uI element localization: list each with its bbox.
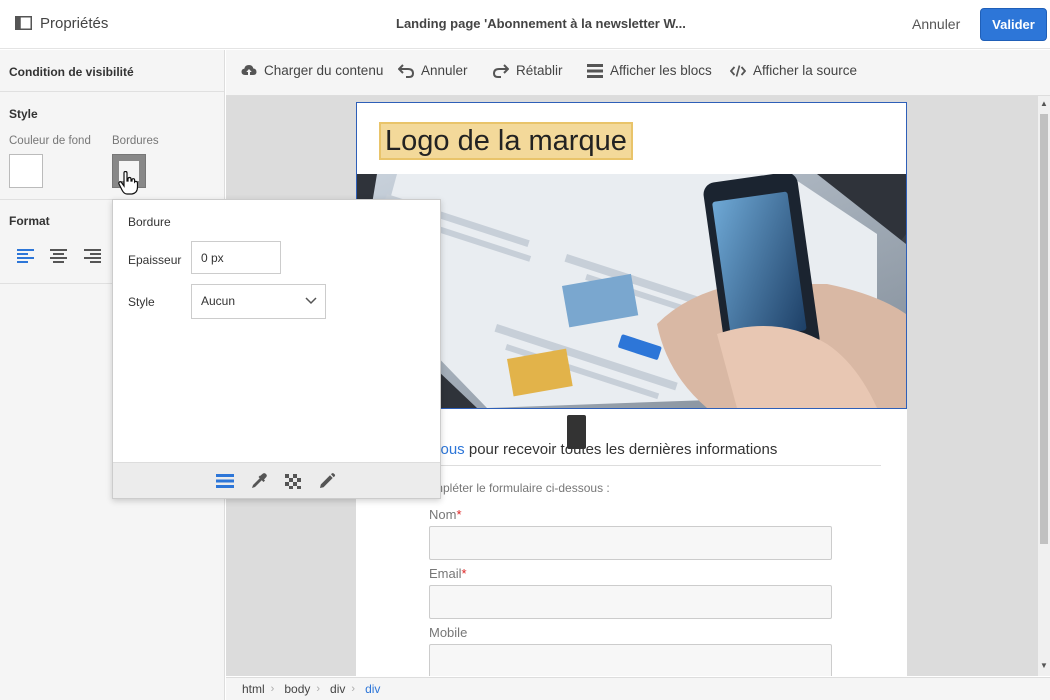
name-input[interactable] — [429, 526, 832, 560]
breadcrumb-div[interactable]: div — [330, 682, 345, 696]
panel-title: Propriétés — [40, 15, 109, 32]
brand-logo-text[interactable]: Logo de la marque — [379, 122, 633, 160]
checker-pattern-icon[interactable] — [284, 473, 302, 489]
name-label-text: Nom — [429, 507, 457, 522]
format-section-title: Format — [9, 214, 50, 228]
mobile-input[interactable] — [429, 644, 832, 676]
show-source-button[interactable]: Afficher la source — [730, 63, 857, 78]
blocks-icon — [587, 63, 603, 78]
page-title: Landing page 'Abonnement à la newsletter… — [396, 16, 686, 31]
headline: vous pour recevoir toutes les dernières … — [433, 441, 777, 458]
pencil-icon[interactable] — [318, 473, 336, 489]
chevron-down-icon — [305, 297, 317, 305]
border-popover-title: Bordure — [128, 215, 171, 229]
redo-icon — [493, 63, 509, 78]
bg-color-swatch[interactable] — [9, 154, 43, 188]
divider — [433, 465, 881, 466]
hand-cursor-icon — [118, 171, 138, 195]
align-center-icon[interactable] — [50, 248, 68, 264]
cloud-upload-icon — [241, 64, 257, 76]
email-input[interactable] — [429, 585, 832, 619]
border-popover: Bordure Epaisseur Style Aucun — [112, 199, 441, 499]
code-icon — [730, 64, 746, 77]
load-content-button[interactable]: Charger du contenu — [241, 63, 383, 78]
bg-color-label: Couleur de fond — [9, 135, 91, 147]
cancel-button[interactable]: Annuler — [902, 8, 970, 40]
border-popover-footer — [113, 462, 440, 498]
chevron-right-icon: › — [270, 683, 275, 695]
mobile-label-text: Mobile — [429, 625, 468, 640]
eyedropper-icon[interactable] — [250, 473, 268, 489]
border-lines-icon[interactable] — [216, 473, 234, 489]
name-field-label: Nom* — [429, 507, 462, 522]
form-instructions: mpléter le formulaire ci-dessous : — [433, 481, 610, 495]
top-bar: Propriétés Landing page 'Abonnement à la… — [0, 0, 1050, 49]
load-content-label: Charger du contenu — [264, 63, 384, 78]
show-blocks-label: Afficher les blocs — [610, 63, 712, 78]
align-right-icon[interactable] — [84, 248, 102, 264]
editor-toolbar: Charger du contenu Annuler Rétablir Affi… — [226, 50, 1050, 96]
scroll-down-icon[interactable]: ▼ — [1040, 662, 1048, 670]
chevron-right-icon: › — [316, 683, 321, 695]
style-section-title: Style — [9, 107, 38, 121]
email-field-label: Email* — [429, 566, 467, 581]
undo-button[interactable]: Annuler — [398, 63, 468, 78]
thickness-input[interactable] — [191, 241, 281, 274]
validate-button[interactable]: Valider — [980, 8, 1047, 41]
redo-label: Rétablir — [516, 63, 563, 78]
undo-icon — [398, 63, 414, 78]
canvas-scrollbar[interactable]: ▲ ▼ — [1038, 96, 1050, 676]
show-blocks-button[interactable]: Afficher les blocs — [587, 63, 712, 78]
breadcrumb-html[interactable]: html — [242, 682, 265, 696]
visibility-condition-title[interactable]: Condition de visibilité — [9, 65, 134, 79]
visibility-condition-section[interactable]: Condition de visibilité — [0, 50, 224, 92]
redo-button[interactable]: Rétablir — [493, 63, 563, 78]
undo-label: Annuler — [421, 63, 468, 78]
thickness-label: Epaisseur — [128, 253, 182, 267]
scroll-thumb[interactable] — [1040, 114, 1048, 544]
required-marker: * — [456, 507, 462, 522]
scroll-up-icon[interactable]: ▲ — [1040, 100, 1048, 108]
element-breadcrumb: html › body › div › div — [226, 677, 1050, 700]
show-source-label: Afficher la source — [753, 63, 858, 78]
breadcrumb-body[interactable]: body — [284, 682, 310, 696]
chevron-right-icon: › — [351, 683, 356, 695]
headline-text: pour recevoir toutes les dernières infor… — [464, 441, 778, 458]
required-marker: * — [461, 566, 467, 581]
mobile-field-label: Mobile — [429, 625, 467, 640]
borders-label: Bordures — [112, 135, 159, 147]
align-left-icon[interactable] — [17, 248, 35, 264]
border-style-select[interactable]: Aucun — [191, 284, 326, 319]
email-label-text: Email — [429, 566, 462, 581]
style-label: Style — [128, 295, 155, 309]
breadcrumb-div-active[interactable]: div — [365, 682, 380, 696]
border-style-value: Aucun — [201, 294, 236, 308]
properties-panel-icon[interactable] — [15, 16, 32, 30]
